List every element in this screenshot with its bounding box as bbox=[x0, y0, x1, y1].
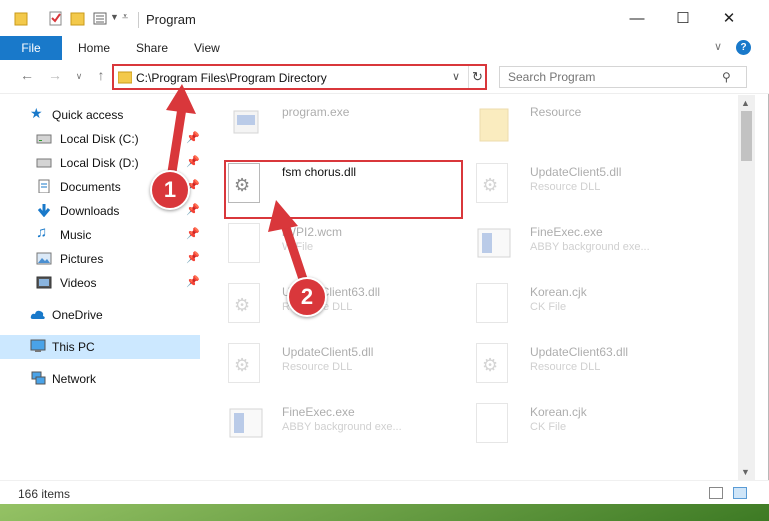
callout-badge-2: 2 bbox=[287, 277, 327, 317]
annotation-arrows bbox=[166, 84, 309, 287]
callout-arrow-1 bbox=[167, 103, 187, 177]
callout-arrow-2 bbox=[279, 217, 309, 287]
callout-arrowhead-1 bbox=[166, 84, 196, 114]
callout-badge-1: 1 bbox=[150, 170, 190, 210]
callout-arrowhead-2 bbox=[268, 200, 298, 232]
